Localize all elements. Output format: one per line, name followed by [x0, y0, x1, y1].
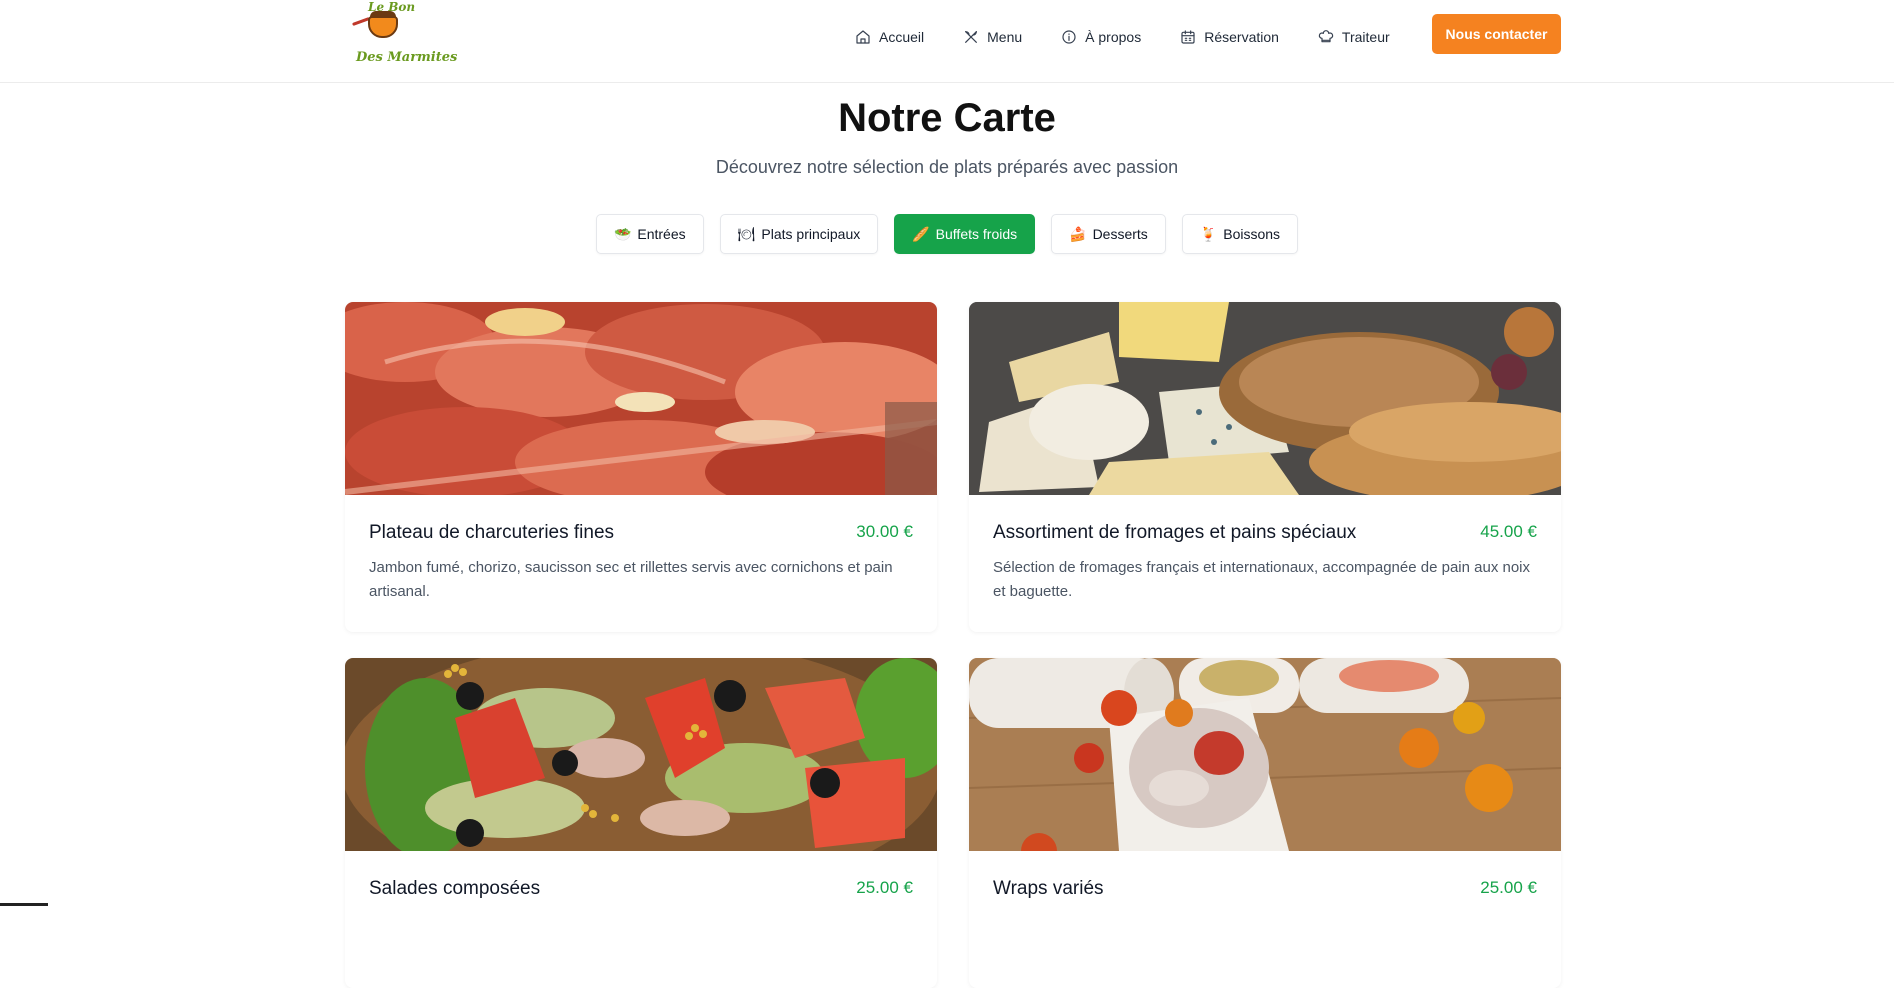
tab-entrees[interactable]: 🥗 Entrées [595, 214, 704, 254]
tab-label: Plats principaux [761, 226, 861, 242]
item-price: 30.00 € [856, 522, 913, 541]
salad-icon: 🥗 [613, 226, 632, 242]
item-title: Salades composées [369, 878, 541, 899]
utensils-icon [965, 31, 978, 43]
nav-item-a-propos[interactable]: À propos [1061, 29, 1141, 45]
tab-buffets-froids[interactable]: 🥖 Buffets froids [894, 214, 1036, 254]
plate-icon: 🍽 [737, 226, 756, 242]
nav-item-traiteur[interactable]: Traiteur [1318, 29, 1390, 45]
baguette-icon: 🥖 [912, 226, 930, 242]
nav-item-accueil[interactable]: Accueil [855, 29, 924, 45]
charcuterie-image [345, 302, 937, 495]
menu-item-card[interactable]: Salades composées 25.00 € [345, 658, 937, 988]
nav-item-reservation[interactable]: Réservation [1180, 29, 1279, 45]
nav-label: Traiteur [1341, 29, 1390, 45]
item-price: 45.00 € [1480, 522, 1537, 541]
main-nav: Accueil Menu À propos Réservation Traite… [855, 20, 1429, 54]
item-title: Assortiment de fromages et pains spéciau… [993, 522, 1357, 543]
contact-button[interactable]: Nous contacter [1432, 14, 1561, 54]
pot-icon [368, 16, 398, 38]
calendar-icon [1181, 30, 1195, 44]
page-subtitle: Découvrez notre sélection de plats prépa… [715, 157, 1179, 177]
home-icon [856, 30, 870, 44]
logo-bottom-text: Des Marmites [356, 50, 458, 65]
item-title: Wraps variés [993, 878, 1104, 899]
site-header: Le Bon Des Marmites Accueil Menu À propo… [0, 0, 1894, 83]
salad-image [345, 658, 937, 851]
chef-hat-icon [1318, 30, 1334, 43]
tab-label: Desserts [1092, 226, 1148, 242]
item-description: Jambon fumé, chorizo, saucisson sec et r… [369, 559, 893, 600]
nav-label: À propos [1085, 29, 1142, 45]
menu-item-card[interactable]: Wraps variés 25.00 € [969, 658, 1561, 988]
nav-label: Réservation [1204, 29, 1279, 45]
item-price: 25.00 € [856, 878, 913, 897]
cake-icon: 🍰 [1069, 226, 1087, 242]
nav-label: Accueil [879, 29, 925, 45]
menu-item-card[interactable]: Plateau de charcuteries fines 30.00 € Ja… [345, 302, 937, 632]
info-icon [1062, 30, 1076, 44]
item-price: 25.00 € [1480, 878, 1537, 897]
tab-plats-principaux[interactable]: 🍽 Plats principaux [719, 214, 879, 254]
menu-item-card[interactable]: Assortiment de fromages et pains spéciau… [969, 302, 1561, 632]
cocktail-icon: 🍹 [1199, 226, 1218, 242]
tab-desserts[interactable]: 🍰 Desserts [1051, 214, 1166, 254]
category-tabs: 🥗 Entrées 🍽 Plats principaux 🥖 Buffets f… [0, 214, 1894, 254]
item-description: Sélection de fromages français et intern… [993, 559, 1531, 600]
cheese-bread-image [969, 302, 1561, 495]
page-title: Notre Carte [838, 96, 1056, 140]
nav-item-menu[interactable]: Menu [963, 29, 1022, 45]
tab-label: Buffets froids [935, 226, 1018, 242]
tab-label: Boissons [1223, 226, 1281, 242]
wraps-image [969, 658, 1561, 851]
restaurant-logo[interactable]: Le Bon Des Marmites [350, 0, 457, 80]
item-title: Plateau de charcuteries fines [369, 522, 615, 543]
nav-label: Menu [987, 29, 1023, 45]
tab-boissons[interactable]: 🍹 Boissons [1181, 214, 1299, 254]
tab-label: Entrées [637, 226, 686, 242]
